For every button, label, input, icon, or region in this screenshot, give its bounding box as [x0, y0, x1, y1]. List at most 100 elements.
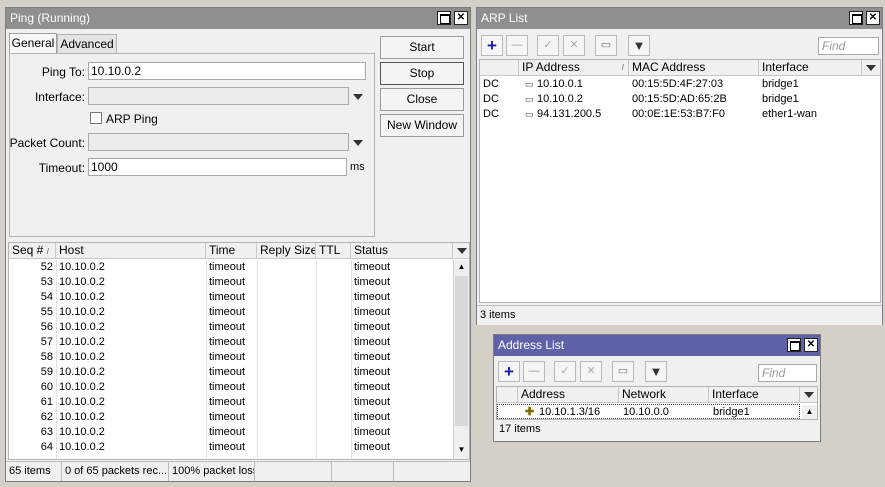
col-address[interactable]: Address	[518, 387, 619, 403]
col-status[interactable]: Status	[351, 243, 453, 259]
tab-general[interactable]: General	[9, 33, 57, 53]
table-row[interactable]: 64 10.10.0.2 timeout timeout	[9, 440, 453, 455]
table-row[interactable]: ✚ 10.10.1.3/16 10.10.0.0 bridge1	[497, 404, 800, 419]
scroll-thumb[interactable]	[455, 276, 468, 426]
scroll-up-icon[interactable]: ▲	[454, 262, 469, 271]
scroll-down-icon[interactable]: ▼	[454, 445, 469, 454]
table-row[interactable]: 58 10.10.0.2 timeout timeout	[9, 350, 453, 365]
ping-table-scrollbar[interactable]: ▲ ▼	[453, 260, 469, 459]
interface-cell: bridge1	[762, 93, 799, 105]
enable-icon[interactable]: ✓	[554, 361, 576, 382]
network-cell: 10.10.0.0	[623, 406, 669, 418]
table-row[interactable]: DC ▭ 94.131.200.5 00:0E:1E:53:B7:F0 ether1-w…	[480, 107, 880, 122]
col-interface[interactable]: Interface	[759, 60, 862, 76]
col-interface[interactable]: Interface	[709, 387, 800, 403]
close-icon[interactable]	[454, 11, 468, 25]
col-mac-address[interactable]: MAC Address	[629, 60, 759, 76]
arp-titlebar[interactable]: ARP List	[477, 8, 882, 29]
tab-advanced[interactable]: Advanced	[57, 34, 117, 53]
table-row[interactable]: 59 10.10.0.2 timeout timeout	[9, 365, 453, 380]
table-row[interactable]: 55 10.10.0.2 timeout timeout	[9, 305, 453, 320]
filter-icon[interactable]: ▼	[645, 361, 667, 382]
ping-statusbar: 65 items 0 of 65 packets rec... 100% pac…	[6, 461, 470, 481]
col-time[interactable]: Time	[206, 243, 257, 259]
table-row[interactable]: DC ▭ 10.10.0.1 00:15:5D:4F:27:03 bridge1	[480, 77, 880, 92]
host-cell: 10.10.0.2	[59, 396, 105, 408]
maximize-icon[interactable]	[787, 338, 801, 352]
add-icon[interactable]: +	[498, 361, 520, 382]
status-cell: timeout	[354, 261, 391, 273]
arp-find-input[interactable]: Find	[818, 37, 879, 55]
close-icon[interactable]	[866, 11, 880, 25]
address-find-input[interactable]: Find	[758, 364, 817, 382]
disable-icon[interactable]: ✕	[580, 361, 602, 382]
comment-icon[interactable]: ▭	[595, 35, 617, 56]
flag-cell: DC	[483, 93, 499, 105]
col-ttl[interactable]: TTL	[316, 243, 351, 259]
packet-count-dropdown-icon[interactable]	[353, 140, 363, 146]
ping-rows: 52 10.10.0.2 timeout timeout 53 10.10.0.2 time…	[9, 260, 453, 459]
stop-button[interactable]: Stop	[380, 62, 464, 85]
time-cell: timeout	[209, 321, 246, 333]
ping-window: Ping (Running) General Advanced Ping To:…	[5, 7, 471, 482]
host-cell: 10.10.0.2	[59, 306, 105, 318]
ip-cell: 94.131.200.5	[537, 108, 602, 120]
mac-cell: 00:15:5D:4F:27:03	[632, 78, 724, 90]
ping-items-count: 65 items	[6, 462, 62, 481]
table-row[interactable]: 52 10.10.0.2 timeout timeout	[9, 260, 453, 275]
col-host[interactable]: Host	[56, 243, 206, 259]
ping-titlebar[interactable]: Ping (Running)	[6, 8, 470, 29]
close-icon[interactable]	[804, 338, 818, 352]
arp-ping-checkbox[interactable]	[90, 112, 102, 124]
column-chooser-icon[interactable]	[866, 65, 876, 71]
arp-statusbar: 3 items	[477, 305, 882, 325]
packet-count-select[interactable]	[88, 133, 349, 151]
maximize-icon[interactable]	[437, 11, 451, 25]
time-cell: timeout	[209, 381, 246, 393]
interface-dropdown-icon[interactable]	[353, 94, 363, 100]
table-row[interactable]: 61 10.10.0.2 timeout timeout	[9, 395, 453, 410]
comment-icon[interactable]: ▭	[612, 361, 634, 382]
table-row[interactable]: 62 10.10.0.2 timeout timeout	[9, 410, 453, 425]
maximize-icon[interactable]	[849, 11, 863, 25]
start-button[interactable]: Start	[380, 36, 464, 59]
table-row[interactable]: 56 10.10.0.2 timeout timeout	[9, 320, 453, 335]
enable-icon[interactable]: ✓	[537, 35, 559, 56]
table-row[interactable]: 60 10.10.0.2 timeout timeout	[9, 380, 453, 395]
table-row[interactable]: 54 10.10.0.2 timeout timeout	[9, 290, 453, 305]
host-cell: 10.10.0.2	[59, 426, 105, 438]
time-cell: timeout	[209, 441, 246, 453]
seq-cell: 59	[40, 366, 53, 378]
remove-icon[interactable]: —	[523, 361, 545, 382]
disable-icon[interactable]: ✕	[563, 35, 585, 56]
remove-icon[interactable]: —	[506, 35, 528, 56]
col-seq[interactable]: Seq # /	[9, 243, 56, 259]
column-chooser-icon[interactable]	[457, 248, 467, 254]
col-ip-address[interactable]: IP Address /	[519, 60, 629, 76]
table-row[interactable]: 57 10.10.0.2 timeout timeout	[9, 335, 453, 350]
status-cell: timeout	[354, 276, 391, 288]
close-button[interactable]: Close	[380, 88, 464, 111]
status-cell: timeout	[354, 306, 391, 318]
interface-label: Interface:	[34, 90, 85, 104]
filter-icon[interactable]: ▼	[628, 35, 650, 56]
scroll-up-icon[interactable]: ▲	[802, 405, 817, 419]
status-cell: timeout	[354, 366, 391, 378]
interface-cell: bridge1	[762, 78, 799, 90]
address-icon: ✚	[525, 406, 535, 418]
interface-select[interactable]	[88, 87, 349, 105]
address-titlebar[interactable]: Address List	[494, 335, 820, 356]
ping-to-input[interactable]: 10.10.0.2	[88, 62, 366, 80]
col-network[interactable]: Network	[619, 387, 709, 403]
table-row[interactable]: 63 10.10.0.2 timeout timeout	[9, 425, 453, 440]
arp-items-count: 3 items	[480, 309, 516, 321]
timeout-input[interactable]: 1000	[88, 158, 347, 176]
table-row[interactable]: 53 10.10.0.2 timeout timeout	[9, 275, 453, 290]
col-reply-size[interactable]: Reply Size	[257, 243, 316, 259]
host-cell: 10.10.0.2	[59, 276, 105, 288]
table-row[interactable]: DC ▭ 10.10.0.2 00:15:5D:AD:65:2B bridge1	[480, 92, 880, 107]
column-chooser-icon[interactable]	[804, 392, 814, 398]
arp-list-window: ARP List + — ✓ ✕ ▭ ▼ Find IP Address/ MA…	[476, 7, 883, 325]
new-window-button[interactable]: New Window	[380, 114, 464, 137]
add-icon[interactable]: +	[481, 35, 503, 56]
